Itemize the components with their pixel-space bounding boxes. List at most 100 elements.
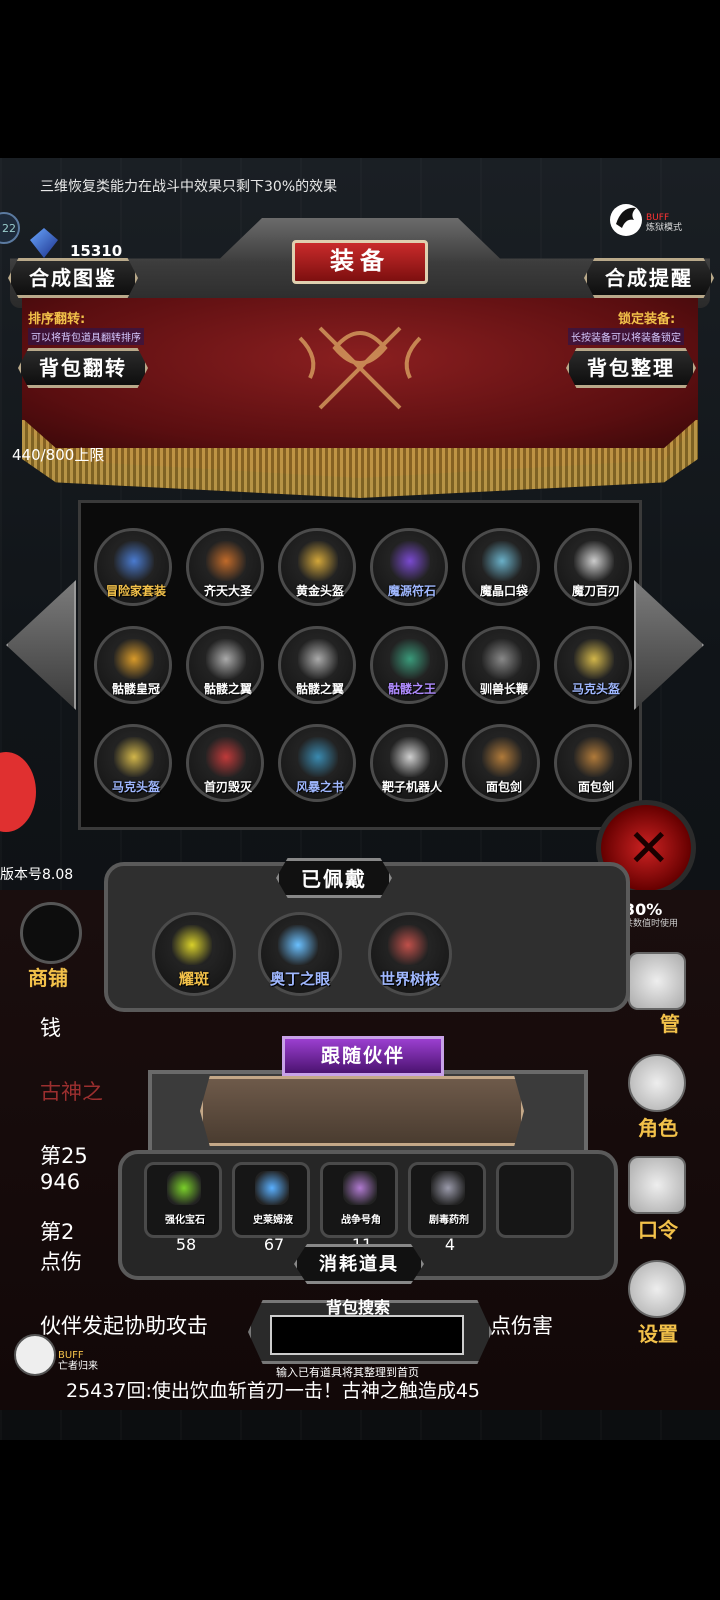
inventory-item[interactable]: 骷髅之翼 [278, 626, 356, 704]
consumable-art-icon [255, 1171, 289, 1205]
equipped-art-icon [278, 925, 318, 965]
inventory-item[interactable]: 魔刀百刃 [554, 528, 632, 606]
inventory-item[interactable]: 魔晶口袋 [462, 528, 540, 606]
item-art-icon [114, 639, 154, 679]
item-art-icon [482, 541, 522, 581]
command-icon[interactable] [628, 1156, 686, 1214]
skull-label: BUFF 亡者归来 [58, 1350, 98, 1372]
inventory-item[interactable]: 靶子机器人 [370, 724, 448, 802]
notice-text: 三维恢复类能力在战斗中效果只剩下30%的效果 [40, 179, 338, 195]
item-art-icon [482, 639, 522, 679]
inventory-item-label: 面包剑 [485, 780, 522, 794]
inventory-item[interactable]: 驯兽长鞭 [462, 626, 540, 704]
item-art-icon [390, 737, 430, 777]
dice-icon[interactable] [628, 952, 686, 1010]
log-line-3: 第2 [40, 1220, 75, 1244]
consumable-name: 战争号角 [341, 1215, 381, 1226]
inventory-item-label: 马克头盔 [571, 682, 620, 696]
item-art-icon [114, 737, 154, 777]
item-art-icon [574, 541, 614, 581]
log-ancient: 古神之 [40, 1080, 103, 1104]
item-art-icon [574, 737, 614, 777]
companion-slot[interactable] [200, 1076, 524, 1146]
sort-flip-title: 排序翻转: [28, 312, 86, 327]
inventory-item[interactable]: 魔源符石 [370, 528, 448, 606]
inventory-item[interactable]: 马克头盔 [94, 724, 172, 802]
recipe-book-button[interactable]: 合成图鉴 [8, 258, 138, 298]
bag-search-input[interactable] [270, 1315, 464, 1355]
sort-bag-button[interactable]: 背包整理 [566, 348, 696, 388]
craft-reminder-button[interactable]: 合成提醒 [584, 258, 714, 298]
inventory-item-label: 靶子机器人 [381, 780, 442, 794]
role-icon[interactable] [628, 1054, 686, 1112]
inventory-item-label: 骷髅之翼 [203, 682, 252, 696]
gem-count: 15310 [70, 242, 123, 260]
inventory-item[interactable]: 骷髅之翼 [186, 626, 264, 704]
inventory-item[interactable]: 面包剑 [462, 724, 540, 802]
consumable-slot[interactable]: 史莱姆液 67 [232, 1162, 310, 1254]
buff-label: BUFF 炼狱模式 [646, 213, 682, 233]
item-art-icon [206, 541, 246, 581]
item-art-icon [298, 541, 338, 581]
inventory-item[interactable]: 黄金头盔 [278, 528, 356, 606]
equipped-label: 已佩戴 [276, 858, 392, 898]
consumable-name: 强化宝石 [165, 1215, 205, 1226]
flip-bag-button[interactable]: 背包翻转 [18, 348, 148, 388]
item-art-icon [390, 541, 430, 581]
empty-consumable-slot[interactable] [496, 1162, 574, 1238]
shop-label: 商铺 [28, 966, 68, 990]
log-assist-left: 伙伴发起协助攻击 [40, 1314, 208, 1338]
inventory-item-label: 驯兽长鞭 [479, 682, 528, 696]
inventory-item[interactable]: 骷髅皇冠 [94, 626, 172, 704]
equipped-item[interactable]: 奥丁之眼 [258, 912, 342, 996]
consumables-label: 消耗道具 [294, 1244, 424, 1284]
consumable-art-icon [431, 1171, 465, 1205]
consumable-count: 4 [444, 1235, 456, 1254]
inventory-item-label: 黄金头盔 [295, 584, 344, 598]
inventory-item[interactable]: 齐天大圣 [186, 528, 264, 606]
consumable-art-icon [343, 1171, 377, 1205]
equipped-item-label: 世界树枝 [379, 970, 440, 988]
inventory-item-label: 魔刀百刃 [571, 584, 620, 598]
consumable-count: 58 [175, 1235, 197, 1254]
log-line-4: 点伤 [40, 1250, 82, 1274]
consumable-count: 67 [263, 1235, 285, 1254]
item-art-icon [298, 639, 338, 679]
consumable-slot[interactable]: 战争号角11 [320, 1162, 398, 1254]
equipped-item[interactable]: 世界树枝 [368, 912, 452, 996]
inventory-item[interactable]: 冒险家套装 [94, 528, 172, 606]
inventory-item[interactable]: 马克头盔 [554, 626, 632, 704]
skull-label-line2: 亡者归来 [58, 1361, 98, 1372]
settings-gear-icon[interactable] [628, 1260, 686, 1318]
inventory-item-label: 面包剑 [577, 780, 614, 794]
item-art-icon [298, 737, 338, 777]
page-title: 装备 [292, 240, 428, 284]
equipped-item[interactable]: 耀斑 [152, 912, 236, 996]
inventory-item[interactable]: 首刃毁灭 [186, 724, 264, 802]
consumable-name: 剧毒药剂 [429, 1215, 469, 1226]
item-art-icon [114, 541, 154, 581]
item-art-icon [390, 639, 430, 679]
consumable-name: 史莱姆液 [253, 1215, 293, 1226]
consumable-slot[interactable]: 剧毒药剂 4 [408, 1162, 486, 1254]
settings-label: 设置 [638, 1322, 678, 1346]
log-line-2: 946 [40, 1170, 81, 1194]
inventory-item-label: 马克头盔 [111, 780, 160, 794]
manage-label: 管 [660, 1012, 680, 1036]
lock-desc: 长按装备可以将装备锁定 [568, 328, 684, 345]
inventory-item[interactable]: 风暴之书 [278, 724, 356, 802]
inventory-item-label: 骷髅皇冠 [111, 682, 160, 696]
skull-icon[interactable] [14, 1334, 56, 1376]
inventory-item[interactable]: 面包剑 [554, 724, 632, 802]
shop-icon[interactable] [20, 902, 82, 964]
inventory-item[interactable]: 骷髅之王 [370, 626, 448, 704]
consumable-slot[interactable]: 强化宝石 58 [144, 1162, 222, 1254]
crossed-swords-emblem [298, 326, 422, 410]
inventory-item-label: 首刃毁灭 [203, 780, 252, 794]
inventory-item-label: 魔晶口袋 [479, 584, 528, 598]
bag-capacity: 440/800上限 [12, 446, 105, 464]
item-art-icon [206, 737, 246, 777]
log-coin: 钱 [40, 1016, 61, 1040]
item-art-icon [482, 737, 522, 777]
log-bottom: 25437回:使出饮血斩首刃一击！古神之触造成45 [66, 1380, 481, 1402]
